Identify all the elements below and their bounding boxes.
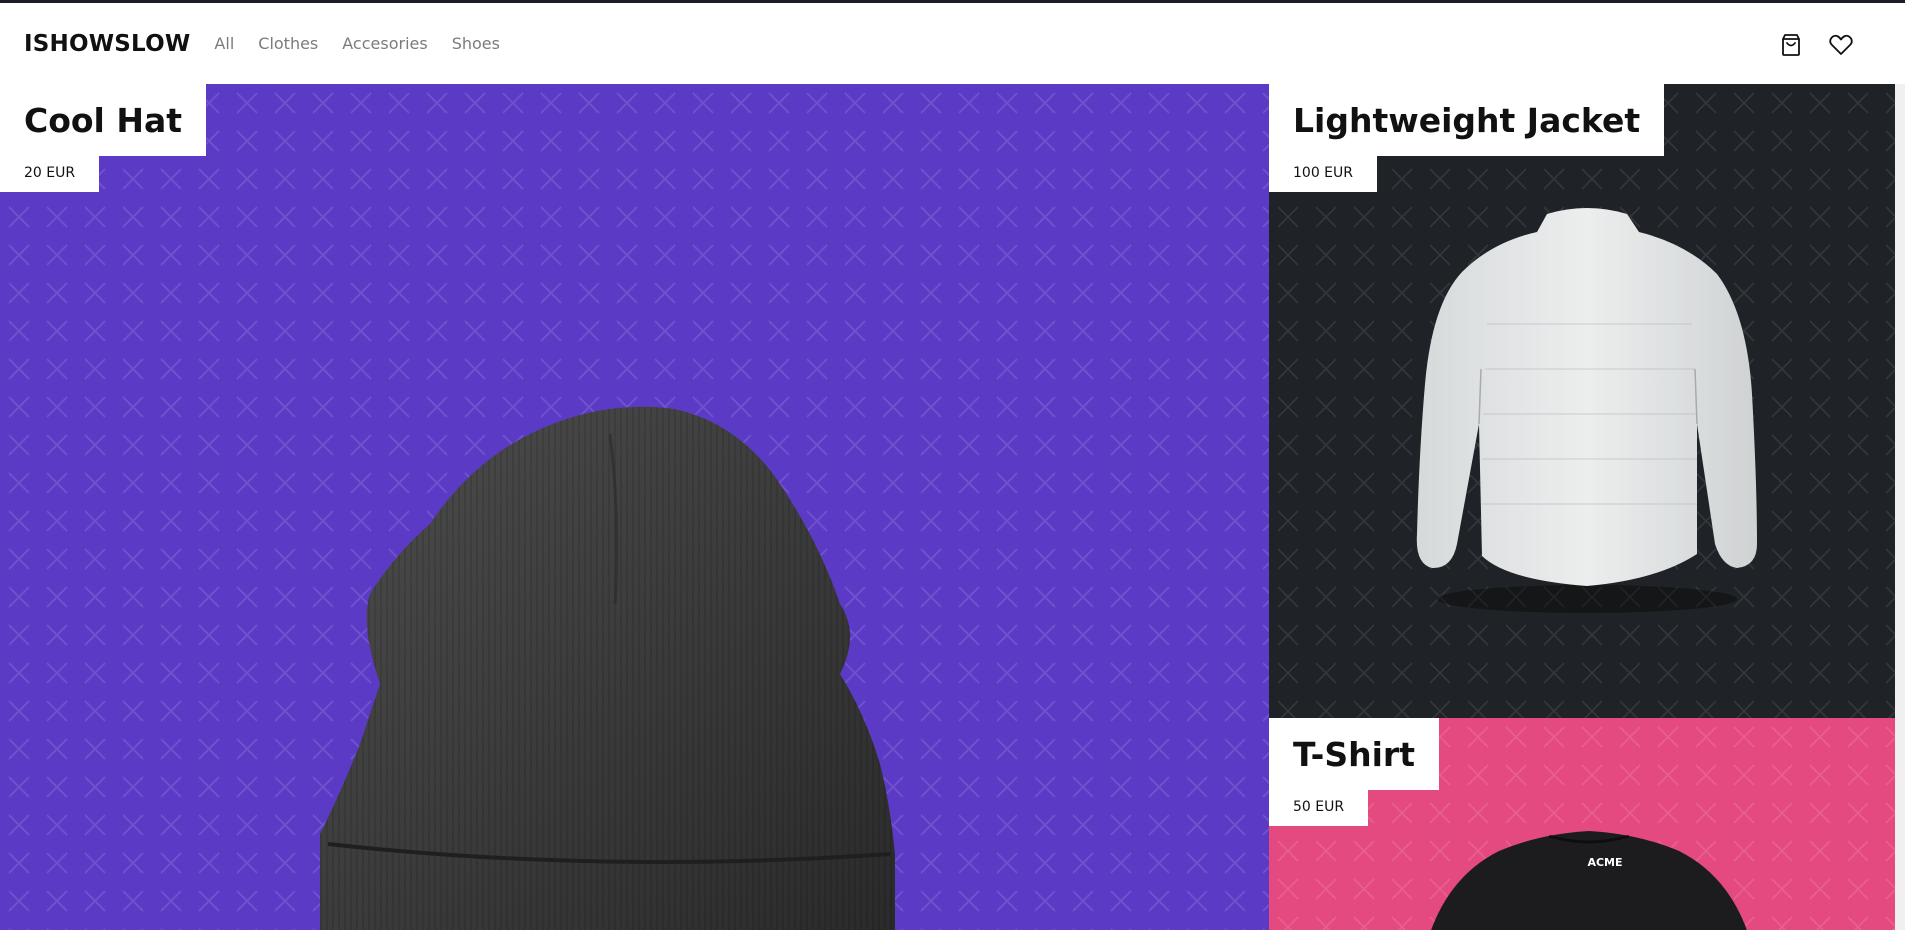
product-price: 50 EUR [1269, 790, 1369, 826]
nav-link-clothes[interactable]: Clothes [258, 34, 318, 53]
product-price: 20 EUR [0, 156, 100, 192]
product-tile-t-shirt[interactable]: ACME T-Shirt 50 EUR [1269, 718, 1905, 930]
t-shirt-print-text: ACME [1587, 856, 1623, 869]
product-title: Cool Hat [0, 84, 207, 156]
top-navbar: ISHOWSLOW All Clothes Accesories Shoes [0, 3, 1905, 84]
jacket-image [1416, 208, 1757, 613]
nav-link-all[interactable]: All [214, 34, 234, 53]
nav-link-accesories[interactable]: Accesories [342, 34, 427, 53]
product-tile-cool-hat[interactable]: Cool Hat 20 EUR [0, 84, 1269, 930]
beanie-hat-image [320, 406, 895, 930]
product-title: T-Shirt [1269, 718, 1439, 790]
t-shirt-image [1431, 831, 1747, 930]
nav-link-shoes[interactable]: Shoes [452, 34, 500, 53]
heart-icon[interactable] [1827, 31, 1855, 59]
product-title: Lightweight Jacket [1269, 84, 1665, 156]
product-tile-lightweight-jacket[interactable]: Lightweight Jacket 100 EUR [1269, 84, 1905, 718]
nav-actions [1777, 31, 1855, 59]
brand-logo[interactable]: ISHOWSLOW [24, 31, 190, 57]
product-price: 100 EUR [1269, 156, 1377, 192]
shopping-bag-icon[interactable] [1777, 31, 1805, 59]
page-scrollbar[interactable] [1895, 84, 1905, 930]
